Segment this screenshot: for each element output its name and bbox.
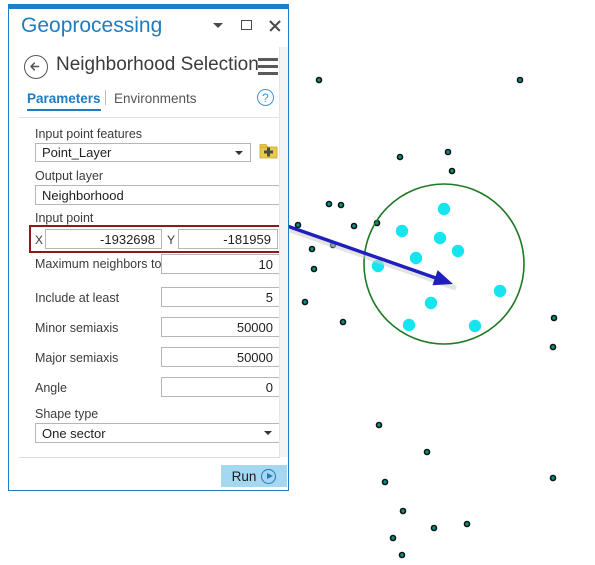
input-point-features-value: Point_Layer xyxy=(42,145,112,160)
map-point-core xyxy=(432,526,436,530)
input-point-y-field[interactable]: -181959 xyxy=(178,229,278,249)
label-x: X xyxy=(35,233,44,247)
map-point-core xyxy=(425,450,429,454)
map-point-core xyxy=(400,553,404,557)
minor-semiaxis-input[interactable]: 50000 xyxy=(161,317,280,337)
footer-divider xyxy=(19,457,280,458)
geoprocessing-panel: Geoprocessing Neighborhood Selection Par… xyxy=(8,4,289,491)
map-point-core xyxy=(339,203,343,207)
map-point-selected[interactable] xyxy=(395,224,409,238)
run-button-label: Run xyxy=(231,468,257,484)
map-point-core xyxy=(552,316,556,320)
major-semiaxis-input[interactable]: 50000 xyxy=(161,347,280,367)
back-arrow-icon[interactable] xyxy=(24,55,48,79)
label-y: Y xyxy=(167,233,176,247)
label-output-layer: Output layer xyxy=(35,169,104,183)
map-point-core xyxy=(401,509,405,513)
close-icon[interactable] xyxy=(266,17,282,33)
map-point-selected[interactable] xyxy=(402,318,416,332)
screen-root: Geoprocessing Neighborhood Selection Par… xyxy=(0,0,595,565)
label-input-point-features: Input point features xyxy=(35,127,143,141)
map-graphics xyxy=(288,76,558,559)
tab-environments[interactable]: Environments xyxy=(114,91,197,106)
include-at-least-value: 5 xyxy=(265,289,273,305)
map-point-core xyxy=(303,300,307,304)
input-point-features-combo[interactable]: Point_Layer xyxy=(35,143,251,162)
hamburger-menu-icon[interactable] xyxy=(258,58,278,75)
tab-bar: Parameters Environments ? xyxy=(9,89,288,115)
map-canvas[interactable] xyxy=(288,0,595,565)
input-point-x-field[interactable]: -1932698 xyxy=(45,229,162,249)
panel-scrollbar[interactable] xyxy=(279,47,288,457)
tab-parameters[interactable]: Parameters xyxy=(27,91,101,111)
map-point-selected[interactable] xyxy=(433,231,447,245)
map-point-core xyxy=(317,78,321,82)
output-layer-value: Neighborhood xyxy=(42,187,124,203)
panel-titlebar: Geoprocessing xyxy=(9,9,288,47)
label-minor-semiaxis: Minor semiaxis xyxy=(35,321,119,335)
map-point-core xyxy=(398,155,402,159)
label-input-point: Input point xyxy=(35,211,94,225)
label-include-at-least: Include at least xyxy=(35,291,120,305)
chevron-down-icon xyxy=(264,431,272,435)
run-button[interactable]: Run xyxy=(221,465,287,487)
label-shape-type: Shape type xyxy=(35,407,99,421)
map-point-core xyxy=(446,150,450,154)
titlebar-buttons xyxy=(210,17,282,33)
tabbar-underline xyxy=(19,117,280,118)
map-point-selected[interactable] xyxy=(451,244,465,258)
output-layer-input[interactable]: Neighborhood xyxy=(35,185,280,205)
input-point-x-value: -1932698 xyxy=(100,231,155,247)
maximum-neighbors-value: 10 xyxy=(258,256,273,272)
map-point-core xyxy=(383,480,387,484)
map-point-selected[interactable] xyxy=(424,296,438,310)
input-point-y-value: -181959 xyxy=(223,231,271,247)
minor-semiaxis-value: 50000 xyxy=(236,319,273,335)
map-point-core xyxy=(450,169,454,173)
map-point-core xyxy=(551,345,555,349)
chevron-down-icon[interactable] xyxy=(210,17,226,33)
include-at-least-input[interactable]: 5 xyxy=(161,287,280,307)
add-data-icon[interactable] xyxy=(259,143,278,159)
map-point-core xyxy=(341,320,345,324)
shape-type-value: One sector xyxy=(42,425,106,441)
map-point-core xyxy=(352,224,356,228)
map-point-core xyxy=(377,423,381,427)
label-maximum-neighbors: Maximum neighbors to include xyxy=(35,257,205,271)
map-point-core xyxy=(391,536,395,540)
pointer-arrow xyxy=(288,224,457,291)
chevron-down-icon xyxy=(235,150,243,155)
tab-divider xyxy=(105,90,106,105)
map-point-selected[interactable] xyxy=(437,202,451,216)
label-angle: Angle xyxy=(35,381,67,395)
maximize-icon[interactable] xyxy=(238,17,254,33)
help-icon[interactable]: ? xyxy=(257,89,274,106)
map-point-selected[interactable] xyxy=(409,251,423,265)
play-icon xyxy=(261,468,277,484)
map-point-selected[interactable] xyxy=(468,319,482,333)
panel-title: Geoprocessing xyxy=(21,14,163,37)
map-point-core xyxy=(518,78,522,82)
map-point-selected[interactable] xyxy=(493,284,507,298)
tool-title: Neighborhood Selection xyxy=(56,54,259,75)
maximum-neighbors-input[interactable]: 10 xyxy=(161,254,280,274)
map-point-core xyxy=(310,247,314,251)
angle-input[interactable]: 0 xyxy=(161,377,280,397)
major-semiaxis-value: 50000 xyxy=(236,349,273,365)
map-point-core xyxy=(327,202,331,206)
label-major-semiaxis: Major semiaxis xyxy=(35,351,119,365)
tool-header: Neighborhood Selection xyxy=(9,47,288,87)
map-point-core xyxy=(551,476,555,480)
map-point-core xyxy=(312,267,316,271)
shape-type-combo[interactable]: One sector xyxy=(35,423,280,443)
map-point-core xyxy=(296,223,300,227)
map-point-core xyxy=(465,522,469,526)
angle-value: 0 xyxy=(265,379,273,395)
